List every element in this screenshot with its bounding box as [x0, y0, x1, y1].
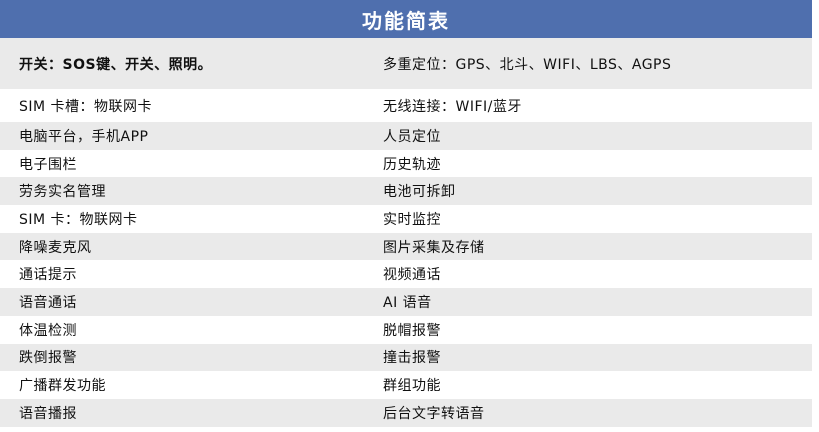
table-row: 跌倒报警 撞击报警 — [0, 343, 812, 372]
feature-cell-left: 降噪麦克风 — [19, 239, 92, 256]
feature-table: 功能简表 开关：SOS键、开关、照明。 多重定位：GPS、北斗、WIFI、LBS… — [0, 0, 812, 432]
table-row: 开关：SOS键、开关、照明。 多重定位：GPS、北斗、WIFI、LBS、AGPS — [0, 38, 812, 89]
feature-cell-right: 无线连接：WIFI/蓝牙 — [383, 98, 522, 115]
feature-cell-right: AI 语音 — [383, 294, 432, 311]
feature-cell-left: 语音播报 — [19, 405, 77, 422]
feature-cell-left: SIM 卡槽：物联网卡 — [19, 98, 153, 115]
feature-cell-left: 通话提示 — [19, 267, 77, 284]
table-row: 语音播报 后台文字转语音 — [0, 398, 812, 427]
feature-cell-left: 体温检测 — [19, 322, 77, 339]
table-row: 体温检测 脱帽报警 — [0, 316, 812, 344]
feature-cell-left: 开关：SOS键、开关、照明。 — [19, 56, 213, 73]
table-row: 通话提示 视频通话 — [0, 260, 812, 288]
table-row: 电子围栏 历史轨迹 — [0, 150, 812, 178]
feature-cell-left: 跌倒报警 — [19, 350, 77, 367]
feature-cell-right: 图片采集及存储 — [383, 239, 485, 256]
feature-cell-right: 实时监控 — [383, 211, 441, 228]
feature-cell-right: 人员定位 — [383, 128, 441, 145]
feature-cell-right: 群组功能 — [383, 378, 441, 395]
table-row: SIM 卡槽：物联网卡 无线连接：WIFI/蓝牙 — [0, 89, 812, 122]
feature-cell-right: 历史轨迹 — [383, 156, 441, 173]
feature-cell-right: 撞击报警 — [383, 350, 441, 367]
table-title: 功能简表 — [0, 0, 812, 38]
feature-cell-right: 视频通话 — [383, 267, 441, 284]
feature-cell-right: 后台文字转语音 — [383, 405, 485, 422]
table-row: 电脑平台，手机APP 人员定位 — [0, 122, 812, 150]
feature-cell-right: 脱帽报警 — [383, 322, 441, 339]
table-row: 广播群发功能 群组功能 — [0, 371, 812, 399]
feature-cell-left: 语音通话 — [19, 294, 77, 311]
feature-cell-left: 电子围栏 — [19, 156, 77, 173]
feature-cell-right: 电池可拆卸 — [383, 184, 456, 201]
table-row: 劳务实名管理 电池可拆卸 — [0, 177, 812, 206]
table-row: 语音通话 AI 语音 — [0, 288, 812, 316]
table-row: 降噪麦克风 图片采集及存储 — [0, 232, 812, 261]
feature-cell-left: 电脑平台，手机APP — [19, 128, 149, 145]
feature-cell-left: SIM 卡：物联网卡 — [19, 211, 138, 228]
feature-cell-left: 广播群发功能 — [19, 378, 106, 395]
feature-cell-right: 多重定位：GPS、北斗、WIFI、LBS、AGPS — [383, 56, 672, 73]
table-row: SIM 卡：物联网卡 实时监控 — [0, 205, 812, 233]
feature-cell-left: 劳务实名管理 — [19, 184, 106, 201]
